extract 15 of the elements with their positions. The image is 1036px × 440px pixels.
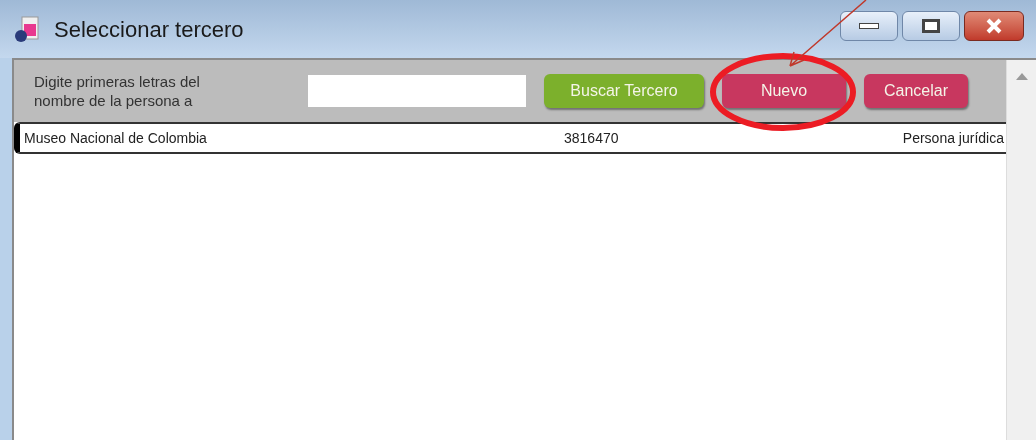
action-button[interactable]: Cancelar	[864, 74, 968, 108]
close-icon	[985, 18, 1003, 34]
action-button[interactable]: Buscar Tercero	[544, 74, 704, 108]
minimize-button[interactable]	[840, 11, 898, 41]
phone-cell-text: 3816470	[564, 128, 620, 148]
action-button[interactable]: Nuevo	[722, 74, 846, 108]
result-row[interactable]: Museo Nacional de Colombia 3816470 Persona jurídica	[14, 122, 1006, 154]
search-label: Digite primeras letras del nombre de la persona a	[34, 72, 201, 110]
close-button[interactable]	[964, 11, 1024, 41]
app-icon	[12, 14, 42, 44]
window-title: Seleccionar tercero	[54, 15, 244, 44]
search-field[interactable]	[308, 75, 526, 107]
maximize-button[interactable]	[902, 11, 960, 41]
name-cell-text: Museo Nacional de Colombia	[23, 128, 208, 148]
type-cell-text: Persona jurídica	[902, 128, 1005, 148]
